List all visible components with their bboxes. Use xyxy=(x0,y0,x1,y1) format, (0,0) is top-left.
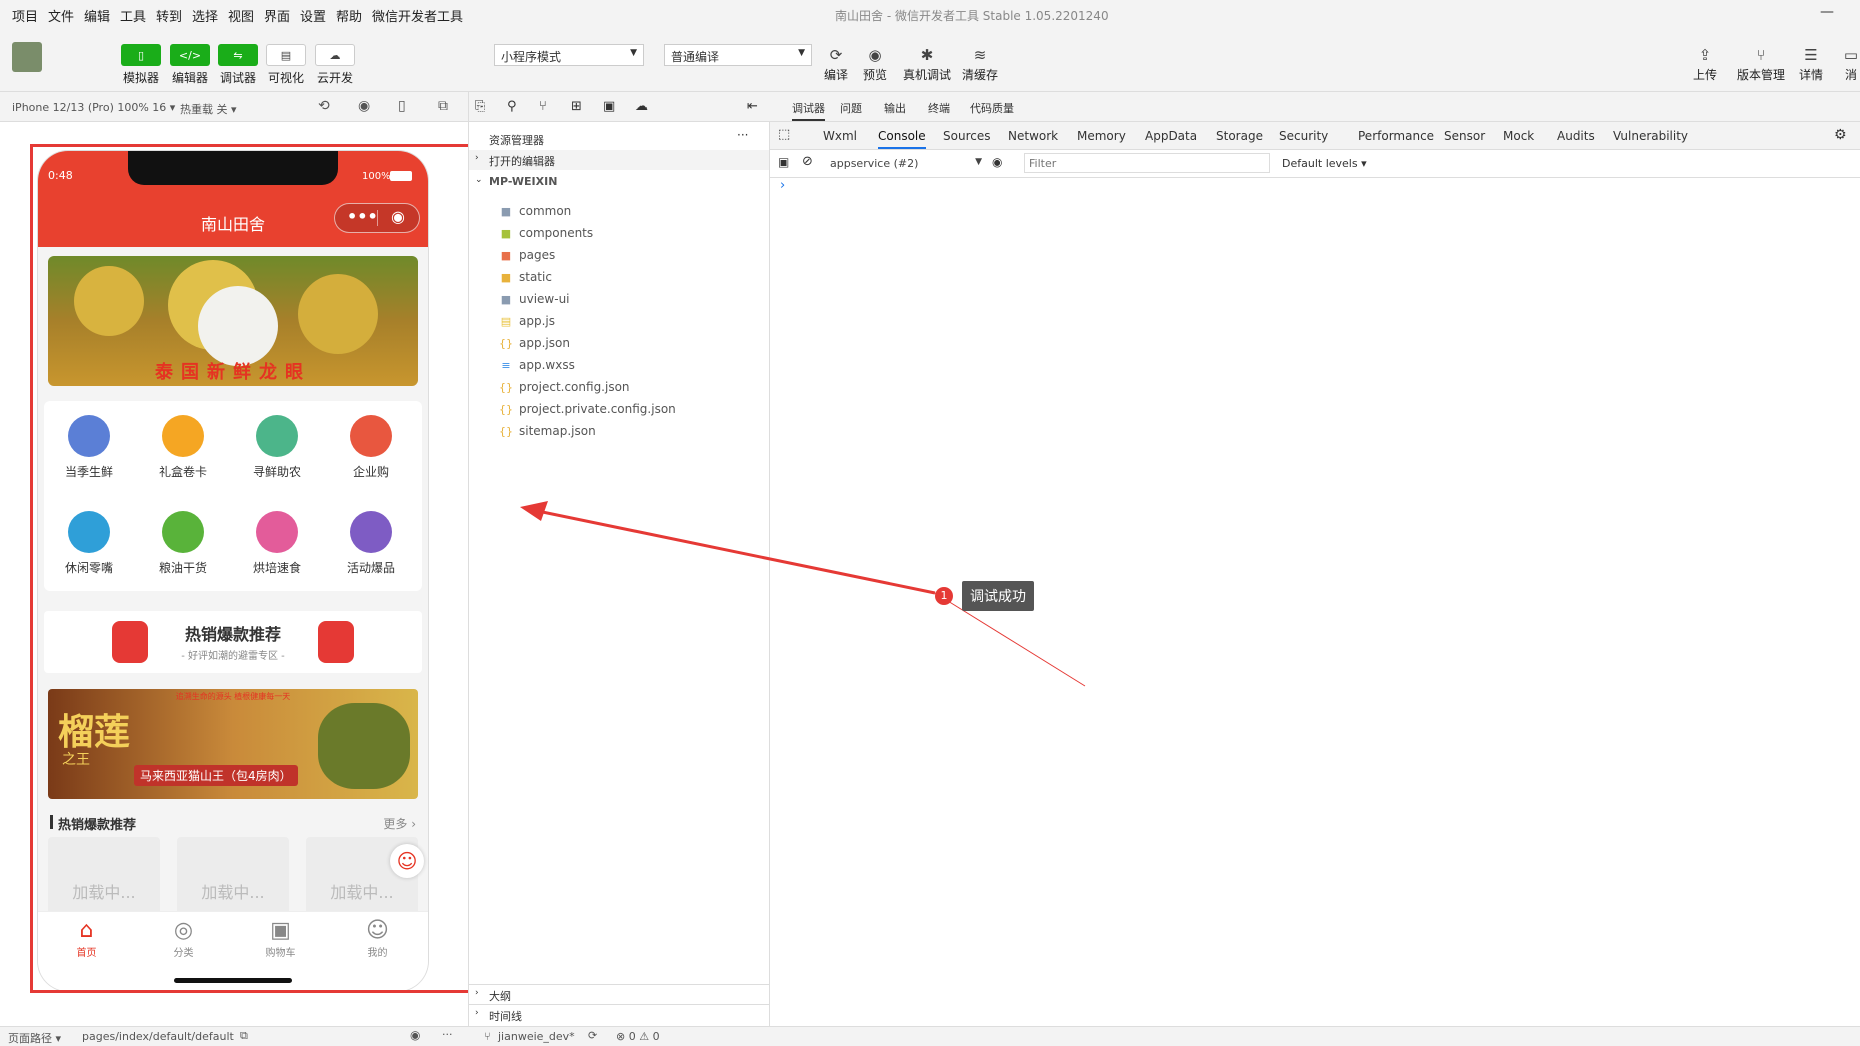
status-bar: 页面路径 ▾ pages/index/default/default ⧉ ◉ ·… xyxy=(0,1026,1860,1046)
sync-icon[interactable]: ⟳ xyxy=(588,1029,597,1042)
annotation-number: 1 xyxy=(935,587,953,605)
copy-icon[interactable]: ⧉ xyxy=(240,1029,248,1043)
git-branch[interactable]: jianweie_dev* xyxy=(498,1030,575,1043)
annotation-label: 调试成功 xyxy=(962,581,1034,611)
arrow-line xyxy=(527,507,936,595)
annotation-arrows xyxy=(520,501,1086,687)
arrow-head xyxy=(520,501,548,521)
git-branch-icon: ⑂ xyxy=(484,1030,491,1043)
page-path: pages/index/default/default xyxy=(82,1030,234,1043)
path-label[interactable]: 页面路径 ▾ xyxy=(8,1030,61,1046)
more-icon[interactable]: ··· xyxy=(442,1028,453,1041)
problems-count[interactable]: ⊗ 0 ⚠ 0 xyxy=(616,1030,660,1043)
eye-icon[interactable]: ◉ xyxy=(410,1028,420,1042)
